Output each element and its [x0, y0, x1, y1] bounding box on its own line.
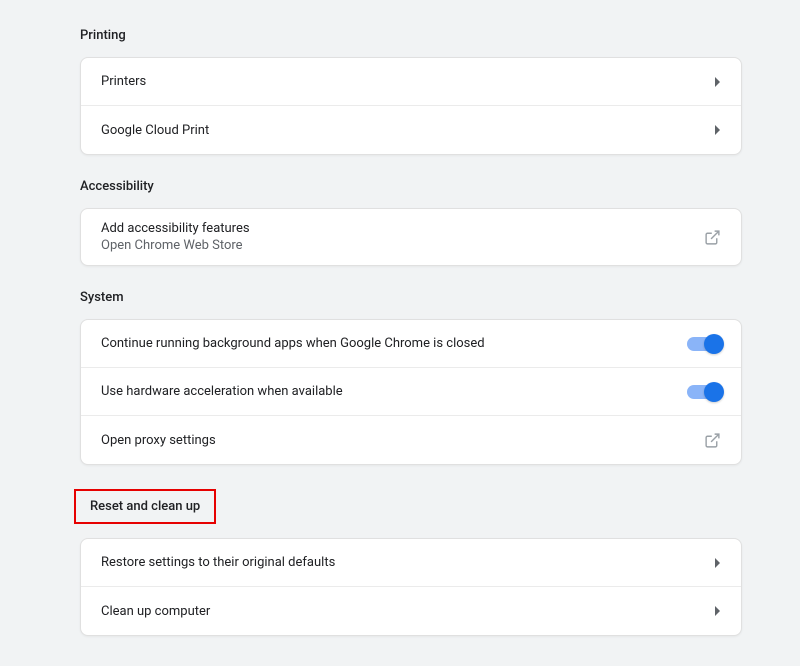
accessibility-sublabel: Open Chrome Web Store [101, 238, 250, 253]
row-text: Restore settings to their original defau… [101, 543, 335, 582]
row-text: Add accessibility features Open Chrome W… [101, 209, 250, 265]
external-link-icon [704, 229, 721, 246]
accessibility-card: Add accessibility features Open Chrome W… [80, 208, 742, 266]
row-text: Google Cloud Print [101, 111, 209, 150]
clean-up-row[interactable]: Clean up computer [81, 587, 741, 635]
proxy-settings-label: Open proxy settings [101, 433, 216, 448]
hardware-accel-row[interactable]: Use hardware acceleration when available [81, 368, 741, 416]
chevron-right-icon [715, 125, 721, 135]
chevron-right-icon [715, 558, 721, 568]
row-text: Use hardware acceleration when available [101, 372, 343, 411]
external-link-icon [704, 432, 721, 449]
restore-defaults-row[interactable]: Restore settings to their original defau… [81, 539, 741, 587]
accessibility-section: Accessibility Add accessibility features… [80, 179, 742, 266]
system-section: System Continue running background apps … [80, 290, 742, 465]
row-text: Continue running background apps when Go… [101, 324, 485, 363]
restore-defaults-label: Restore settings to their original defau… [101, 555, 335, 570]
printers-label: Printers [101, 74, 146, 89]
printers-row[interactable]: Printers [81, 58, 741, 106]
background-apps-label: Continue running background apps when Go… [101, 336, 485, 351]
printing-title: Printing [80, 28, 742, 43]
system-title: System [80, 290, 742, 305]
chevron-right-icon [715, 77, 721, 87]
background-apps-row[interactable]: Continue running background apps when Go… [81, 320, 741, 368]
row-text: Clean up computer [101, 592, 210, 631]
reset-card: Restore settings to their original defau… [80, 538, 742, 636]
printing-section: Printing Printers Google Cloud Print [80, 28, 742, 155]
cloud-print-label: Google Cloud Print [101, 123, 209, 138]
printing-card: Printers Google Cloud Print [80, 57, 742, 155]
row-text: Open proxy settings [101, 421, 216, 460]
chevron-right-icon [715, 606, 721, 616]
reset-section: Reset and clean up Restore settings to t… [80, 489, 742, 636]
cloud-print-row[interactable]: Google Cloud Print [81, 106, 741, 154]
proxy-settings-row[interactable]: Open proxy settings [81, 416, 741, 464]
reset-highlight: Reset and clean up [74, 489, 216, 524]
reset-title: Reset and clean up [90, 499, 200, 514]
system-card: Continue running background apps when Go… [80, 319, 742, 465]
hardware-accel-label: Use hardware acceleration when available [101, 384, 343, 399]
hardware-accel-toggle[interactable] [687, 385, 721, 399]
accessibility-label: Add accessibility features [101, 221, 250, 236]
background-apps-toggle[interactable] [687, 337, 721, 351]
accessibility-features-row[interactable]: Add accessibility features Open Chrome W… [81, 209, 741, 265]
row-text: Printers [101, 62, 146, 101]
accessibility-title: Accessibility [80, 179, 742, 194]
clean-up-label: Clean up computer [101, 604, 210, 619]
